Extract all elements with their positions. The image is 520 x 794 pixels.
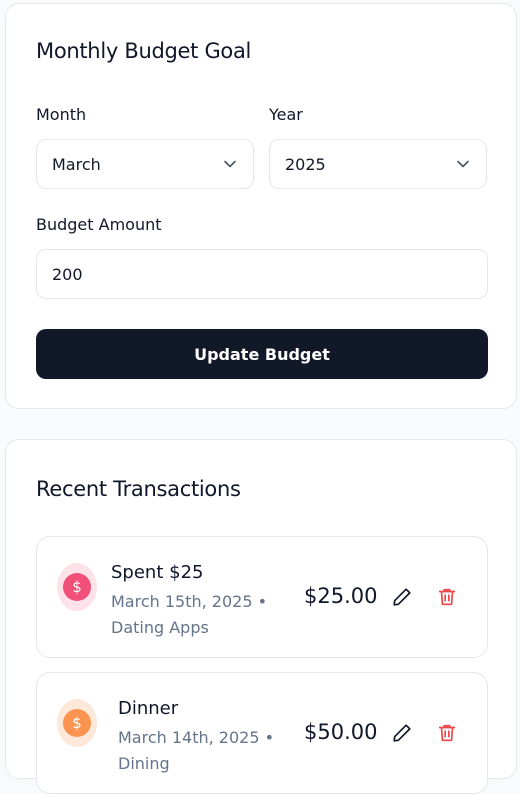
month-select[interactable]: March <box>36 139 254 189</box>
budget-amount-input[interactable]: 200 <box>36 249 488 299</box>
edit-icon[interactable] <box>391 722 413 744</box>
chevron-down-icon <box>224 160 236 168</box>
transaction-title: Dinner <box>118 698 179 719</box>
trash-icon[interactable] <box>436 586 458 608</box>
dollar-icon: $ <box>63 573 91 601</box>
recent-transactions-card: Recent Transactions $ Spent $25 March 15… <box>5 439 517 794</box>
year-label: Year <box>269 105 303 124</box>
transaction-icon-badge: $ <box>57 563 97 611</box>
year-select[interactable]: 2025 <box>269 139 487 189</box>
transaction-icon-badge: $ <box>57 699 97 747</box>
chevron-down-icon <box>457 160 469 168</box>
transaction-amount: $50.00 <box>304 720 378 744</box>
transaction-meta: March 14th, 2025 • Dining <box>118 728 275 773</box>
dollar-icon: $ <box>63 709 91 737</box>
edit-icon[interactable] <box>391 586 413 608</box>
transactions-title: Recent Transactions <box>36 477 241 501</box>
budget-amount-label: Budget Amount <box>36 215 162 234</box>
transaction-item: $ Spent $25 March 15th, 2025 • Dating Ap… <box>36 536 488 658</box>
transaction-item: $ Dinner March 14th, 2025 • Dining $50.0… <box>36 672 488 794</box>
transaction-amount: $25.00 <box>304 584 378 608</box>
month-label: Month <box>36 105 87 124</box>
trash-icon[interactable] <box>436 722 458 744</box>
budget-card-title: Monthly Budget Goal <box>36 39 252 63</box>
budget-amount-value: 200 <box>52 264 83 284</box>
transaction-meta: March 15th, 2025 • Dating Apps <box>111 592 268 637</box>
year-value: 2025 <box>285 154 326 174</box>
month-value: March <box>52 154 101 174</box>
transaction-title: Spent $25 <box>111 562 204 583</box>
budget-goal-card: Monthly Budget Goal Month March Year 202… <box>5 3 517 409</box>
update-budget-button[interactable]: Update Budget <box>36 329 488 379</box>
